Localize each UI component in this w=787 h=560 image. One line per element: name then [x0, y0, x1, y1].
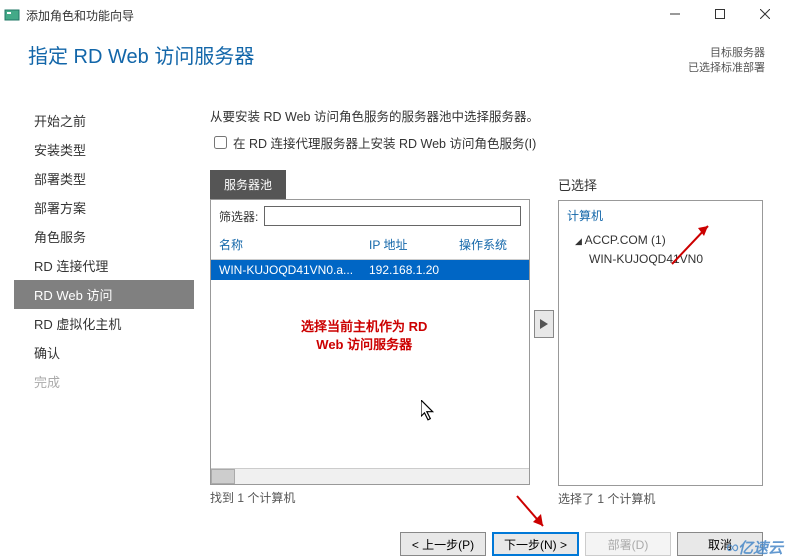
- col-os[interactable]: 操作系统: [459, 236, 521, 253]
- cell-name: WIN-KUJOQD41VN0.a...: [219, 263, 369, 277]
- selected-body: 计算机 ◢ ACCP.COM (1) WIN-KUJOQD41VN0: [558, 200, 763, 486]
- pool-footer: 找到 1 个计算机: [210, 489, 530, 506]
- watermark-text: 亿速云: [738, 537, 783, 558]
- minimize-button[interactable]: [652, 0, 697, 28]
- tree-child[interactable]: WIN-KUJOQD41VN0: [565, 250, 756, 268]
- checkbox-row: 在 RD 连接代理服务器上安装 RD Web 访问角色服务(I): [210, 133, 767, 152]
- selected-panel: 已选择 计算机 ◢ ACCP.COM (1) WIN-KUJOQD41VN0 选…: [558, 170, 763, 507]
- table-row[interactable]: WIN-KUJOQD41VN0.a... 192.168.1.20: [211, 260, 529, 280]
- install-on-broker-checkbox[interactable]: [214, 136, 227, 149]
- sidebar-item-8[interactable]: 确认: [14, 338, 194, 367]
- cell-os: [459, 263, 521, 277]
- sidebar-item-4[interactable]: 角色服务: [14, 222, 194, 251]
- sidebar-item-2[interactable]: 部署类型: [14, 164, 194, 193]
- next-button[interactable]: 下一步(N) >: [492, 532, 579, 556]
- sidebar-item-9: 完成: [14, 367, 194, 396]
- pool-body: 筛选器: 名称 IP 地址 操作系统 WIN-KUJOQD41VN0.a... …: [210, 199, 530, 485]
- window-controls: [652, 0, 787, 28]
- page-title: 指定 RD Web 访问服务器: [28, 40, 767, 69]
- checkbox-label: 在 RD 连接代理服务器上安装 RD Web 访问角色服务(I): [233, 133, 536, 152]
- maximize-button[interactable]: [697, 0, 742, 28]
- horizontal-scrollbar[interactable]: [211, 468, 529, 484]
- tree-node-label: ACCP.COM (1): [585, 233, 666, 247]
- status-label: 目标服务器: [688, 46, 765, 61]
- filter-input[interactable]: [264, 206, 521, 226]
- filter-row: 筛选器:: [211, 200, 529, 232]
- cell-ip: 192.168.1.20: [369, 263, 459, 277]
- watermark: ∞ 亿速云: [726, 537, 783, 558]
- grid-header: 名称 IP 地址 操作系统: [211, 232, 529, 260]
- header: 指定 RD Web 访问服务器 目标服务器 已选择标准部署: [0, 30, 787, 100]
- pool-tab[interactable]: 服务器池: [210, 170, 286, 199]
- col-name[interactable]: 名称: [219, 236, 369, 253]
- selected-header: 计算机: [565, 205, 756, 230]
- filter-label: 筛选器:: [219, 208, 258, 225]
- sidebar-item-5[interactable]: RD 连接代理: [14, 251, 194, 280]
- add-arrow-button[interactable]: [534, 310, 554, 338]
- window-title: 添加角色和功能向导: [26, 7, 134, 24]
- grid-body[interactable]: WIN-KUJOQD41VN0.a... 192.168.1.20 选择当前主机…: [211, 260, 529, 468]
- main: 开始之前安装类型部署类型部署方案角色服务RD 连接代理RD Web 访问RD 虚…: [0, 100, 787, 510]
- close-button[interactable]: [742, 0, 787, 28]
- tree-node[interactable]: ◢ ACCP.COM (1): [565, 230, 756, 250]
- cursor-icon: [421, 400, 435, 420]
- annotation-text: 选择当前主机作为 RD Web 访问服务器: [301, 318, 427, 354]
- expand-icon[interactable]: ◢: [575, 236, 582, 246]
- sidebar-item-6[interactable]: RD Web 访问: [14, 280, 194, 309]
- deploy-button: 部署(D): [585, 532, 671, 556]
- content: 从要安装 RD Web 访问角色服务的服务器池中选择服务器。 在 RD 连接代理…: [194, 106, 767, 510]
- app-icon: [4, 7, 20, 23]
- target-status: 目标服务器 已选择标准部署: [688, 46, 765, 77]
- prev-button[interactable]: < 上一步(P): [400, 532, 486, 556]
- footer: < 上一步(P) 下一步(N) > 部署(D) 取消: [0, 532, 767, 556]
- selected-footer: 选择了 1 个计算机: [558, 490, 763, 507]
- transfer-column: [530, 170, 558, 338]
- sidebar: 开始之前安装类型部署类型部署方案角色服务RD 连接代理RD Web 访问RD 虚…: [14, 106, 194, 510]
- watermark-icon: ∞: [726, 537, 735, 558]
- col-ip[interactable]: IP 地址: [369, 236, 459, 253]
- sidebar-item-0[interactable]: 开始之前: [14, 106, 194, 135]
- server-pool-panel: 服务器池 筛选器: 名称 IP 地址 操作系统 WIN-KUJOQD41VN0.…: [210, 170, 530, 506]
- sidebar-item-3[interactable]: 部署方案: [14, 193, 194, 222]
- selected-title: 已选择: [558, 170, 763, 200]
- instruction-text: 从要安装 RD Web 访问角色服务的服务器池中选择服务器。: [210, 106, 767, 125]
- scroll-thumb[interactable]: [211, 469, 235, 484]
- sidebar-item-7[interactable]: RD 虚拟化主机: [14, 309, 194, 338]
- sidebar-item-1[interactable]: 安装类型: [14, 135, 194, 164]
- status-value: 已选择标准部署: [688, 61, 765, 76]
